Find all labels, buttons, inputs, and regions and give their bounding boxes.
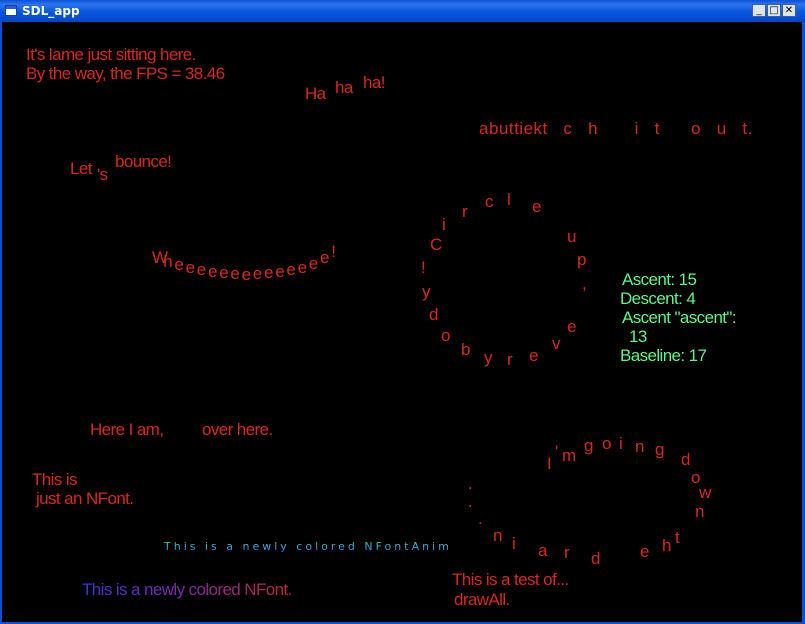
whee-char: e [230,264,240,284]
circle-char: ! [421,258,426,277]
whee-char: e [219,263,229,283]
drawall-line-2: drawAll. [454,590,510,609]
ascent-string-metric: Ascent "ascent": [622,308,737,327]
whee-char: e [208,262,218,282]
circle-char: c [485,192,494,211]
render-canvas[interactable]: It's lame just sitting here. By the way,… [2,22,802,622]
circle-char: r [462,202,468,221]
circle-char: p [577,250,587,269]
close-button[interactable]: ✕ [782,4,796,17]
maximize-button[interactable]: □ [767,4,781,17]
going-char: n [635,437,645,456]
nfont-line-1: This is [32,470,78,489]
ascent-metric: Ascent: 15 [622,270,697,289]
going-char: i [512,534,516,553]
circle-char: e [532,197,542,216]
drawall-line-1: This is a test of... [452,570,569,589]
bounce-word-1: Let [70,159,92,178]
whee-char: e [275,262,285,282]
whee-char: ! [331,242,336,261]
whee-char: e [286,260,296,280]
app-window: SDL_app _ □ ✕ It's lame just sitting her… [0,0,805,624]
going-char: . [478,509,483,528]
whee-char: e [264,263,274,283]
title-bar[interactable]: SDL_app _ □ ✕ [0,0,805,22]
going-char: w [699,483,712,502]
circle-char: r [507,350,513,369]
bounce-word-3: bounce! [115,152,172,171]
circle-char: o [441,326,451,345]
going-char: g [655,440,665,459]
circle-char: y [484,348,493,367]
whee-char: e [308,254,319,274]
going-char: . [468,474,473,493]
here-text: Here I am, [90,420,164,439]
haha-word-2: ha [335,78,353,97]
circle-char: C [430,235,443,254]
descent-metric: Descent: 4 [620,289,696,308]
going-char: d [591,549,601,568]
going-char: r [564,543,570,562]
whee-char: e [196,260,207,280]
going-char: . [468,492,473,511]
going-char: h [662,536,672,555]
whee-char: e [297,258,308,278]
going-char: n [493,526,503,545]
going-char: e [640,542,650,561]
whee-char: e [185,258,196,278]
circle-char: , [582,274,587,293]
circle-char: e [567,317,577,336]
whee-char: e [174,255,184,275]
going-char: o [602,434,612,453]
going-char: a [538,541,548,560]
going-char: I [547,454,552,473]
going-char: m [562,446,577,465]
going-char: n [695,502,705,521]
circle-char: v [552,334,561,353]
scroll-text: abuttiekt c h i t o u t. [479,119,753,138]
app-window-icon[interactable] [5,5,17,16]
going-char: g [584,436,594,455]
fps-text: By the way, the FPS = 38.46 [26,64,225,83]
baseline-metric: Baseline: 17 [620,346,707,365]
whee-char: h [163,251,173,271]
circle-char: l [507,190,511,209]
circle-char: d [429,305,439,324]
haha-word-3: ha! [363,73,385,92]
over-text: over here. [202,420,273,439]
circle-char: b [461,340,471,359]
whee-char: e [252,264,263,284]
idle-text: It's lame just sitting here. [26,45,196,64]
whee-char: e [320,248,330,268]
haha-word-1: Ha [305,84,326,103]
colored-nfont-text: This is a newly colored NFont. [82,580,292,599]
going-char: i [619,434,623,453]
minimize-button[interactable]: _ [752,4,766,17]
circle-char: i [442,215,446,234]
window-title: SDL_app [22,4,80,18]
bounce-word-2: 's [97,165,108,184]
going-char: t [675,528,680,547]
ascent-string-value: 13 [629,327,647,346]
going-char: ' [555,442,559,461]
colored-nfontanim-text: This is a newly colored NFontAnim [164,540,452,553]
circle-char: u [567,227,577,246]
circle-char: y [422,282,431,301]
whee-char: e [241,264,252,284]
circle-char: e [529,346,539,365]
going-char: d [681,450,691,469]
nfont-line-2: just an NFont. [36,489,134,508]
